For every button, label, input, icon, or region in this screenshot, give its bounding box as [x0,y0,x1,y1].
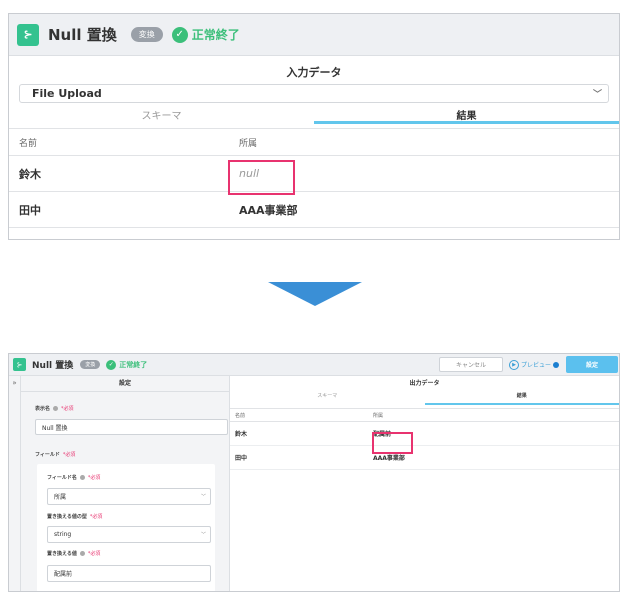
display-name-input[interactable]: Null 置換 [35,419,228,435]
down-arrow-icon [268,282,362,306]
field-name-label: フィールド名 *必須 [47,474,100,481]
after-body: » 設定 表示名 *必須 Null 置換 フィールド *必須 フィールド名 *必… [9,376,619,591]
display-name-label: 表示名 *必須 [35,405,74,412]
after-panel: ⊱ Null 置換 変換 ✓ 正常終了 キャンセル ▶ プレビュー 設定 » 設… [8,353,620,592]
field-card: フィールド名 *必須 所属 ﹀ 置き換える値の型 *必須 string ﹀ 置き… [37,464,215,591]
cell-name: 鈴木 [19,167,41,181]
field-name-select[interactable]: 所属 ﹀ [47,488,211,505]
column-dept: 所属 [239,138,258,149]
info-dot-icon [553,361,560,368]
replace-value-text: 置き換える値 [47,551,77,557]
fields-text: フィールド [35,452,60,458]
after-header: ⊱ Null 置換 変換 ✓ 正常終了 キャンセル ▶ プレビュー 設定 [9,354,619,376]
null-highlight-box [228,160,295,195]
before-header: ⊱ Null 置換 変換 ✓ 正常終了 [9,14,619,56]
required-mark: *必須 [87,475,101,481]
replace-value-input[interactable]: 配属前 [47,565,211,582]
help-icon [79,551,85,556]
fields-label: フィールド *必須 [35,451,75,458]
required-mark: *必須 [62,452,76,458]
collapse-button[interactable]: » [9,376,21,591]
after-title: Null 置換 [32,361,74,371]
replace-type-label: 置き換える値の型 *必須 [47,513,102,520]
cell-name: 田中 [19,203,41,217]
settings-pane: 設定 表示名 *必須 Null 置換 フィールド *必須 フィールド名 *必須 … [21,376,230,591]
display-name-text: 表示名 [35,406,51,412]
before-tabs: スキーマ 結果 [9,104,619,124]
required-mark: *必須 [61,406,74,412]
replaced-value-highlight-box [372,432,413,454]
field-name-value: 所属 [54,494,67,501]
replace-value-label: 置き換える値 *必須 [47,550,100,557]
tab-result[interactable]: 結果 [424,392,619,405]
cell-name: 鈴木 [235,431,248,438]
preview-button[interactable]: ▶ プレビュー [509,357,560,372]
after-table-header: 名前 所属 [230,408,619,422]
required-mark: *必須 [87,551,101,557]
table-row: 田中 AAA事業部 [230,446,619,470]
before-title: Null 置換 [48,26,117,44]
help-icon [79,475,85,480]
column-name: 名前 [19,138,38,149]
tab-result[interactable]: 結果 [314,104,619,124]
type-badge: 変換 [80,360,101,369]
input-data-label: 入力データ [286,66,342,79]
play-icon: ▶ [509,359,519,370]
tab-schema[interactable]: スキーマ [230,392,425,405]
before-panel: ⊱ Null 置換 変換 ✓ 正常終了 入力データ File Upload ﹀ … [8,13,620,240]
tab-schema[interactable]: スキーマ [9,104,314,124]
table-row: 鈴木 配属前 [230,422,619,446]
status-text: 正常終了 [119,360,148,369]
column-dept: 所属 [373,412,384,419]
source-select[interactable]: File Upload ﹀ [19,84,609,103]
required-mark: *必須 [89,514,103,520]
check-icon: ✓ [171,26,188,43]
cell-dept: AAA事業部 [239,203,298,217]
help-icon [53,406,59,411]
field-name-text: フィールド名 [47,475,77,481]
column-name: 名前 [235,412,246,419]
output-data-label: 出力データ [409,380,440,387]
check-icon: ✓ [106,359,117,370]
before-table-header: 名前 所属 [9,128,619,156]
transform-icon: ⊱ [13,358,26,371]
type-badge: 変換 [130,27,163,42]
chevron-down-icon: ﹀ [200,494,206,500]
cell-dept: null [239,167,619,180]
settings-heading: 設定 [21,376,229,392]
replace-type-text: 置き換える値の型 [47,514,87,520]
transform-icon: ⊱ [17,23,39,46]
table-row: 田中 AAA事業部 [9,192,619,228]
chevron-down-icon: ﹀ [592,90,602,100]
cell-dept: AAA事業部 [373,455,405,462]
replace-type-value: string [54,531,72,538]
output-pane: 出力データ スキーマ 結果 名前 所属 鈴木 配属前 田中 AAA事業部 [230,376,619,591]
cell-name: 田中 [235,455,248,462]
settings-button[interactable]: 設定 [566,356,618,373]
table-row: 鈴木 null [9,156,619,192]
replace-type-select[interactable]: string ﹀ [47,526,211,543]
status-text: 正常終了 [191,28,240,42]
cancel-button[interactable]: キャンセル [439,357,503,372]
after-tabs: スキーマ 結果 [230,392,619,405]
preview-label: プレビュー [521,362,552,369]
chevron-down-icon: ﹀ [200,532,206,538]
source-value: File Upload [32,87,102,100]
